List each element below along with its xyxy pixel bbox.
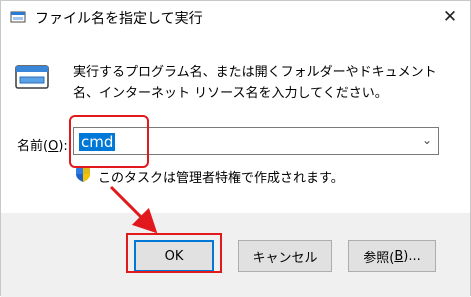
instruction-text: 実行するプログラム名、または開くフォルダーやドキュメント名、インターネット リソ… [73, 65, 437, 101]
run-app-icon [10, 11, 26, 23]
title-bar: ファイル名を指定して実行 ✕ [1, 1, 470, 33]
chevron-down-icon[interactable]: ⌄ [422, 133, 432, 147]
dialog-body [1, 33, 470, 213]
close-button[interactable]: ✕ [430, 1, 470, 33]
cancel-button[interactable]: キャンセル [238, 240, 332, 272]
ok-button[interactable]: OK [134, 240, 214, 272]
admin-privilege-note: このタスクは管理者特権で作成されます。 [98, 171, 344, 186]
browse-button[interactable]: 参照(B)... [348, 240, 436, 272]
name-label: 名前(O): [17, 139, 68, 154]
command-input[interactable]: cmd ⌄ [73, 127, 439, 155]
window-title: ファイル名を指定して実行 [35, 11, 203, 27]
uac-shield-icon [76, 166, 90, 182]
command-input-value: cmd [79, 133, 116, 151]
close-icon: ✕ [442, 7, 458, 27]
run-program-icon [15, 65, 49, 89]
run-dialog: ファイル名を指定して実行 ✕ 実行するプログラム名、または開くフォルダーやドキュ… [0, 0, 471, 297]
